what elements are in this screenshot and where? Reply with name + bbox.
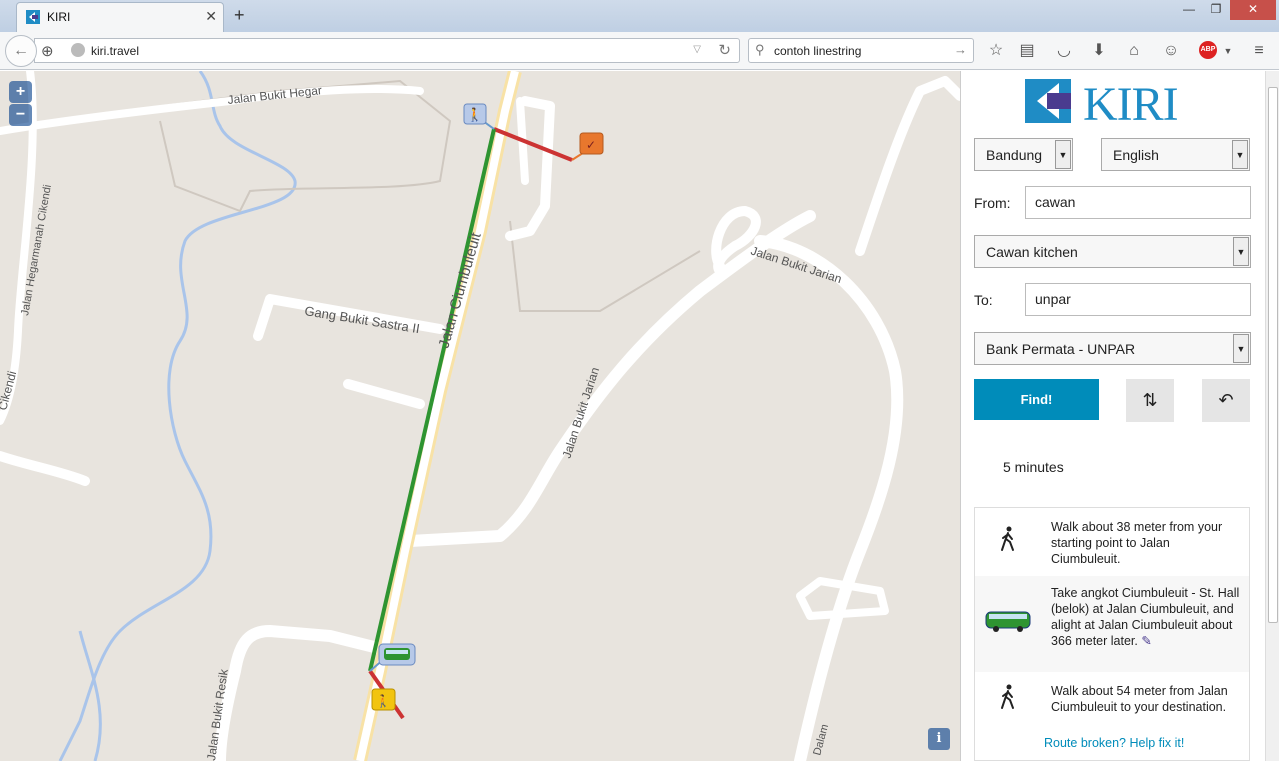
route-duration: 5 minutes <box>1003 459 1064 475</box>
chevron-down-icon: ▼ <box>1232 140 1248 169</box>
minimize-button[interactable]: — <box>1175 0 1203 20</box>
find-button[interactable]: Find! <box>974 379 1099 420</box>
title-bar: KIRI ✕ + — ❐ ✕ <box>0 0 1279 32</box>
street-label: Jalan Bukit Jarian <box>560 366 603 460</box>
step-text: Walk about 54 meter from Jalan Ciumbuleu… <box>1051 684 1228 714</box>
street-label: Jalan Bukit Hegar <box>227 83 323 107</box>
menu-icon[interactable]: ≡ <box>1249 42 1269 62</box>
tab-close-icon[interactable]: ✕ <box>205 8 217 25</box>
start-walk-marker-icon[interactable]: 🚶 <box>463 103 487 125</box>
hello-icon[interactable]: ☺ <box>1161 42 1181 62</box>
street-label: Dalam <box>811 723 831 757</box>
start-point-marker-icon[interactable]: ✓ <box>579 132 604 155</box>
city-select[interactable]: Bandung ▼ <box>974 138 1073 171</box>
reading-list-icon[interactable]: ▤ <box>1017 42 1037 62</box>
step-text: Take angkot Ciumbuleuit - St. Hall (belo… <box>1051 586 1240 648</box>
edit-icon[interactable]: ✎ <box>1141 634 1151 648</box>
kiri-favicon-icon <box>26 10 40 24</box>
chevron-down-icon: ▼ <box>1233 334 1249 363</box>
walk-icon <box>975 684 1041 713</box>
list-item: Walk about 38 meter from your starting p… <box>975 508 1249 574</box>
scrollbar-thumb[interactable] <box>1268 87 1278 623</box>
map-view[interactable]: Jalan Bukit Hegar Jalan Hegarmanah Ciken… <box>0 71 960 761</box>
tab-title: KIRI <box>47 10 71 24</box>
identity-icon[interactable]: ⊕ <box>41 42 54 60</box>
reset-button[interactable]: ↶ <box>1202 379 1250 422</box>
reload-icon[interactable]: ↻ <box>718 41 731 59</box>
chevron-down-icon: ▼ <box>1055 140 1071 169</box>
destination-marker-icon[interactable]: 🚶 <box>371 688 396 711</box>
search-icon: ⚲ <box>755 42 765 57</box>
from-label: From: <box>974 195 1011 211</box>
map-info-button[interactable]: i <box>928 728 950 750</box>
new-tab-icon[interactable]: + <box>234 5 245 26</box>
sidebar-scrollbar[interactable] <box>1265 71 1279 761</box>
svg-text:🚶: 🚶 <box>376 694 391 708</box>
kiri-logo-icon <box>1025 79 1071 123</box>
logo-text: KIRI <box>1083 78 1179 131</box>
from-place-value: Cawan kitchen <box>986 244 1078 260</box>
street-label: Gang Bukit Sastra II <box>304 303 421 336</box>
route-sidebar: KIRI Bandung ▼ English ▼ From: cawan Caw… <box>960 71 1279 761</box>
bookmark-star-icon[interactable]: ☆ <box>986 42 1006 62</box>
walk-icon <box>975 526 1041 555</box>
search-input[interactable]: contoh linestring <box>774 44 861 58</box>
from-place-select[interactable]: Cawan kitchen ▼ <box>974 235 1251 268</box>
pocket-icon[interactable]: ◡ <box>1054 42 1074 62</box>
back-button[interactable]: ← <box>5 35 37 67</box>
from-input[interactable]: cawan <box>1025 186 1251 219</box>
language-select[interactable]: English ▼ <box>1101 138 1250 171</box>
to-label: To: <box>974 292 993 308</box>
adblock-icon[interactable]: ABP <box>1199 41 1217 59</box>
help-fix-link[interactable]: Route broken? Help fix it! <box>1044 736 1184 750</box>
svg-text:✓: ✓ <box>586 138 596 152</box>
angkot-marker-icon[interactable] <box>378 643 416 666</box>
map-canvas: Jalan Bukit Hegar Jalan Hegarmanah Ciken… <box>0 71 960 761</box>
url-bar[interactable]: ⊕ kiri.travel ▽ ↻ <box>34 38 740 63</box>
route-steps: Walk about 38 meter from your starting p… <box>974 507 1250 761</box>
angkot-icon <box>975 610 1041 635</box>
walk-route-start <box>493 127 573 162</box>
to-place-value: Bank Permata - UNPAR <box>986 341 1136 357</box>
close-window-button[interactable]: ✕ <box>1230 0 1276 20</box>
chevron-down-icon: ▼ <box>1233 237 1249 266</box>
home-icon[interactable]: ⌂ <box>1124 42 1144 62</box>
downloads-icon[interactable]: ⬇ <box>1089 42 1109 62</box>
to-place-select[interactable]: Bank Permata - UNPAR ▼ <box>974 332 1251 365</box>
browser-tab[interactable]: KIRI ✕ <box>16 2 224 32</box>
swap-button[interactable]: ⇅ <box>1126 379 1174 422</box>
step-text: Walk about 38 meter from your starting p… <box>1051 520 1223 566</box>
city-value: Bandung <box>986 147 1043 163</box>
globe-icon <box>71 43 85 57</box>
adblock-dropdown-icon[interactable]: ▼ <box>1218 42 1238 62</box>
search-go-icon[interactable]: → <box>954 42 967 57</box>
url-text[interactable]: kiri.travel <box>91 44 139 58</box>
to-input[interactable]: unpar <box>1025 283 1251 316</box>
search-bar[interactable]: ⚲ contoh linestring → <box>748 38 974 63</box>
swap-icon: ⇅ <box>1142 390 1158 410</box>
zoom-in-button[interactable]: + <box>9 81 32 103</box>
url-dropdown-icon[interactable]: ▽ <box>693 44 701 55</box>
list-item: Walk about 54 meter from Jalan Ciumbuleu… <box>975 674 1249 724</box>
kiri-logo: KIRI <box>1025 78 1201 131</box>
nav-bar: ⊕ kiri.travel ▽ ↻ ← ⚲ contoh linestring … <box>0 32 1279 70</box>
maximize-button[interactable]: ❐ <box>1202 0 1230 20</box>
svg-text:🚶: 🚶 <box>467 107 483 122</box>
reset-icon: ↶ <box>1218 390 1234 410</box>
language-value: English <box>1113 147 1159 163</box>
zoom-out-button[interactable]: − <box>9 104 32 126</box>
street-label: Cikendi <box>0 369 19 411</box>
list-item: Take angkot Ciumbuleuit - St. Hall (belo… <box>975 576 1249 672</box>
